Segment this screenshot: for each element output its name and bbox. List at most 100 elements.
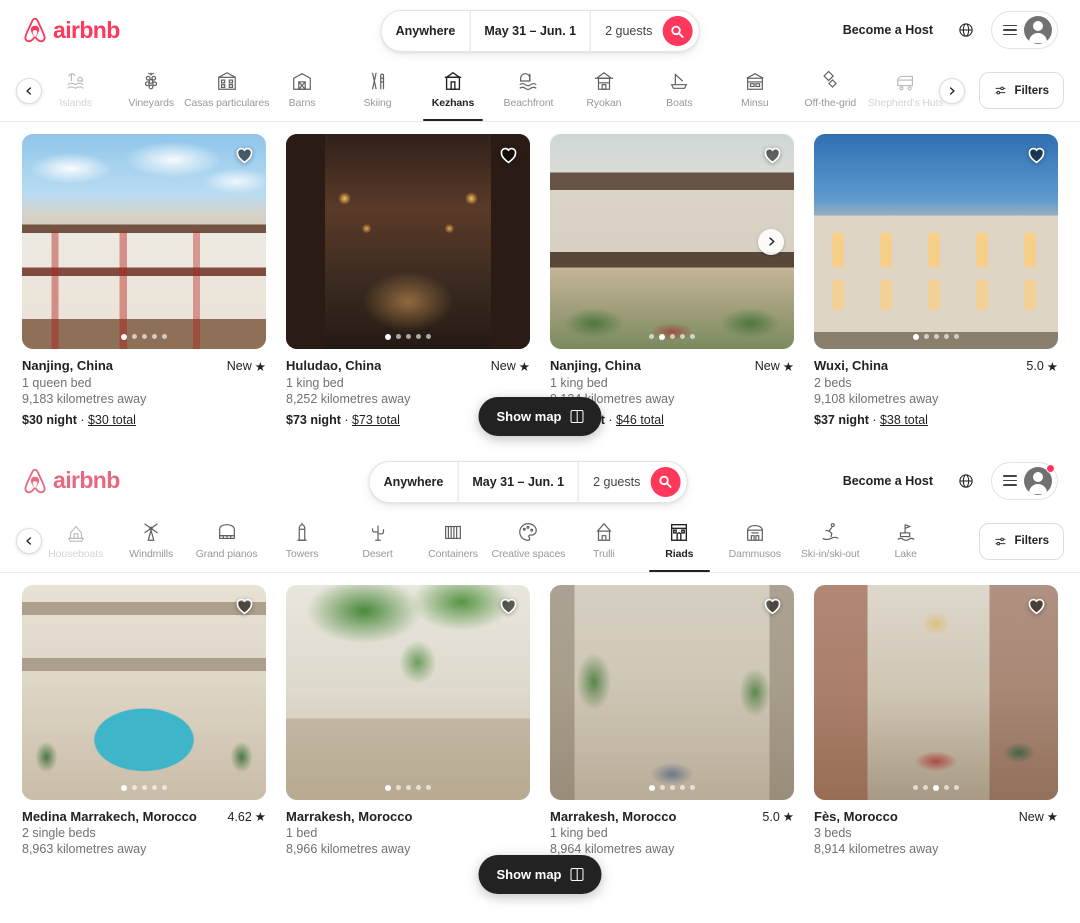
filters-button-2[interactable]: Filters [979, 522, 1064, 560]
category-trulli[interactable]: Trulli [566, 517, 641, 566]
listing-info: Marrakesh, Morocco 5.0 ★ 1 king bed 8,96… [550, 800, 794, 857]
listing-card[interactable]: Huludao, China New ★ 1 king bed 8,252 ki… [286, 134, 530, 427]
hamburger-menu-icon[interactable] [1003, 475, 1017, 486]
price-total: $30 total [87, 412, 136, 427]
airbnb-logo-2[interactable]: airbnb [22, 467, 120, 494]
listing-card[interactable]: Nanjing, China New ★ 1 king bed 9,124 ki… [550, 134, 794, 427]
listing-photo[interactable] [550, 584, 794, 800]
search-location-1[interactable]: Anywhere [382, 11, 470, 51]
favorite-heart-icon[interactable] [762, 144, 783, 170]
search-dates-2[interactable]: May 31 – Jun. 1 [457, 461, 580, 502]
search-location-2[interactable]: Anywhere [370, 462, 458, 502]
favorite-heart-icon[interactable] [498, 595, 519, 621]
search-guests-1[interactable]: 2 guests [591, 11, 662, 51]
profile-menu-2[interactable] [991, 461, 1058, 500]
listing-beds: 1 bed [286, 825, 318, 840]
listing-title: Nanjing, China [22, 358, 113, 373]
category-list-1[interactable]: Islands Vineyards Casas particulares Bar… [38, 60, 943, 121]
category-list-2[interactable]: Houseboats Windmills Grand pianos Towers… [38, 511, 943, 572]
search-icon[interactable] [650, 466, 681, 497]
category-containers[interactable]: Containers [415, 517, 490, 566]
category-ski-in-ski-out[interactable]: Ski-in/ski-out [793, 517, 868, 566]
photo-carousel-dots[interactable] [913, 334, 959, 340]
category-creative-spaces[interactable]: Creative spaces [491, 517, 566, 566]
profile-menu-1[interactable] [991, 11, 1058, 49]
listing-card[interactable]: Marrakesh, Morocco 1 bed 8,966 kilometre… [286, 584, 530, 857]
listing-photo[interactable] [22, 584, 266, 800]
photo-carousel-dots[interactable] [121, 334, 167, 340]
rating-value: 5.0 [1026, 359, 1044, 373]
listing-rating: New ★ [1011, 809, 1058, 825]
category-riads[interactable]: Riads [642, 517, 717, 572]
favorite-heart-icon[interactable] [498, 144, 519, 170]
favorite-heart-icon[interactable] [1026, 595, 1047, 621]
become-a-host-button-2[interactable]: Become a Host [831, 465, 945, 497]
category-windmills[interactable]: Windmills [113, 517, 188, 566]
airbnb-logo-1[interactable]: airbnb [22, 17, 120, 44]
listing-photo[interactable] [286, 134, 530, 349]
show-map-button-1[interactable]: Show map [478, 397, 602, 436]
category-casas-particulares[interactable]: Casas particulares [184, 66, 269, 115]
category-label: Off-the-grid [804, 97, 857, 109]
show-map-button-2[interactable]: Show map [478, 855, 602, 894]
photo-carousel-dots[interactable] [649, 784, 695, 791]
listing-title: Wuxi, China [814, 358, 889, 373]
price-per-night: $37 night [814, 412, 869, 427]
listing-photo[interactable] [22, 134, 266, 349]
star-icon: ★ [782, 359, 794, 374]
category-prev-arrow-2[interactable] [16, 528, 42, 554]
favorite-heart-icon[interactable] [234, 595, 255, 621]
category-prev-arrow-1[interactable] [16, 77, 42, 104]
globe-icon[interactable] [949, 464, 983, 498]
category-houseboats[interactable]: Houseboats [38, 517, 113, 566]
category-next-arrow-1[interactable] [939, 77, 966, 104]
category-grand-pianos[interactable]: Grand pianos [189, 517, 264, 566]
category-barns[interactable]: Barns [264, 66, 339, 115]
listing-card[interactable]: Medina Marrakech, Morocco 4.62 ★ 2 singl… [22, 584, 266, 856]
hamburger-menu-icon[interactable] [1003, 24, 1017, 36]
become-a-host-button-1[interactable]: Become a Host [831, 14, 945, 46]
listing-card[interactable]: Nanjing, China New ★ 1 queen bed 9,183 k… [22, 134, 266, 427]
listing-photo[interactable] [550, 134, 794, 349]
category-kezhans[interactable]: Kezhans [415, 66, 490, 121]
category-dammusos[interactable]: Dammusos [717, 517, 792, 566]
category-towers[interactable]: Towers [264, 517, 339, 566]
listing-photo[interactable] [814, 584, 1058, 800]
category-skiing[interactable]: Skiing [340, 66, 415, 115]
listing-card[interactable]: Wuxi, China 5.0 ★ 2 beds 9,108 kilometre… [814, 134, 1058, 427]
listing-card[interactable]: Marrakesh, Morocco 5.0 ★ 1 king bed 8,96… [550, 584, 794, 857]
filters-button-1[interactable]: Filters [979, 72, 1064, 109]
category-islands[interactable]: Islands [38, 66, 113, 115]
favorite-heart-icon[interactable] [762, 595, 783, 621]
search-dates-1[interactable]: May 31 – Jun. 1 [469, 11, 592, 51]
search-bar-2[interactable]: Anywhere May 31 – Jun. 1 2 guests [368, 460, 688, 503]
carousel-next-button[interactable] [758, 228, 784, 255]
category-shepherds-huts[interactable]: Shepherd's Huts [868, 66, 943, 115]
search-guests-2[interactable]: 2 guests [579, 462, 650, 502]
search-bar-1[interactable]: Anywhere May 31 – Jun. 1 2 guests [380, 10, 700, 52]
category-vineyards[interactable]: Vineyards [113, 66, 188, 115]
photo-carousel-dots[interactable] [649, 334, 695, 340]
category-ryokan[interactable]: Ryokan [566, 66, 641, 115]
listing-photo[interactable] [814, 134, 1058, 349]
rating-value: New [1018, 809, 1044, 824]
category-off-the-grid[interactable]: Off-the-grid [793, 66, 868, 115]
category-lake[interactable]: Lake [868, 517, 943, 566]
listing-card[interactable]: Fès, Morocco New ★ 3 beds 8,914 kilometr… [814, 584, 1058, 856]
listing-photo[interactable] [286, 584, 530, 800]
search-icon[interactable] [662, 16, 693, 46]
category-desert[interactable]: Desert [340, 517, 415, 566]
category-beachfront[interactable]: Beachfront [491, 66, 566, 115]
user-avatar-icon[interactable] [1024, 16, 1052, 44]
category-label: Windmills [129, 547, 174, 560]
photo-carousel-dots[interactable] [121, 784, 167, 791]
photo-carousel-dots[interactable] [385, 334, 431, 340]
category-minsu[interactable]: Minsu [717, 66, 792, 115]
photo-carousel-dots[interactable] [385, 784, 431, 791]
photo-carousel-dots[interactable] [913, 784, 959, 791]
favorite-heart-icon[interactable] [1026, 144, 1047, 170]
listing-info: Nanjing, China New ★ 1 queen bed 9,183 k… [22, 349, 266, 427]
category-boats[interactable]: Boats [642, 66, 717, 115]
globe-icon[interactable] [949, 13, 983, 47]
favorite-heart-icon[interactable] [234, 144, 255, 170]
